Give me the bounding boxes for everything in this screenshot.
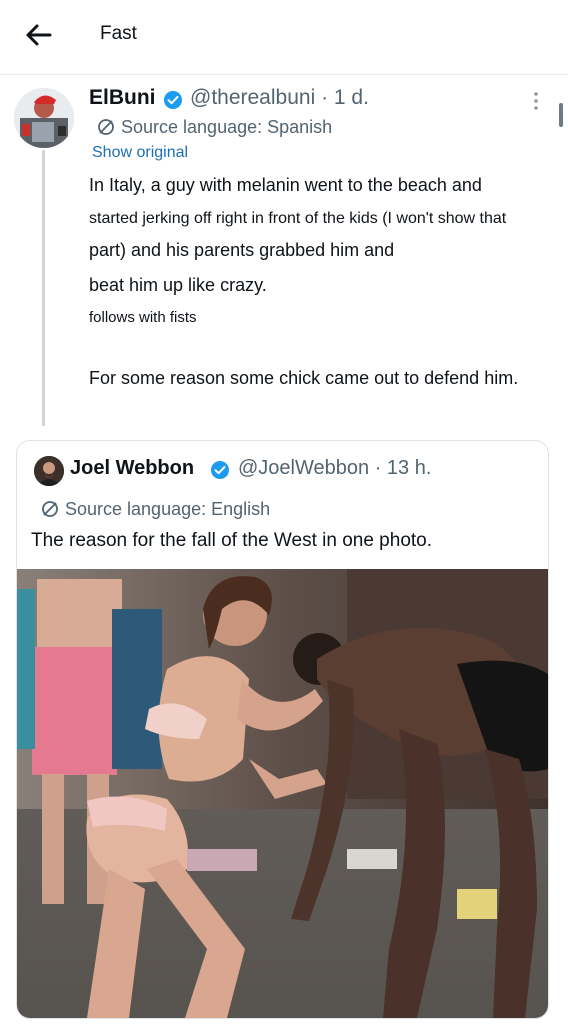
quote-source-language: Source language: English bbox=[41, 499, 270, 520]
thread-line bbox=[42, 150, 45, 426]
post-text-line: In Italy, a guy with melanin went to the… bbox=[89, 175, 482, 195]
translate-icon bbox=[97, 118, 115, 136]
handle-and-time: @therealbuni · 1 d. bbox=[190, 86, 369, 110]
author-handle[interactable]: @therealbuni bbox=[190, 86, 315, 109]
quote-avatar[interactable] bbox=[34, 456, 64, 486]
post-text-line: follows with fists bbox=[89, 309, 197, 326]
scrollbar-thumb[interactable] bbox=[559, 103, 563, 127]
author-name[interactable]: ElBuni bbox=[89, 86, 156, 110]
page-title: Fast bbox=[100, 23, 137, 44]
post-photo[interactable] bbox=[17, 569, 548, 1018]
top-bar: Fast bbox=[0, 0, 568, 70]
back-arrow-icon[interactable] bbox=[22, 18, 56, 52]
post-text-line: part) and his parents grabbed him and bbox=[89, 240, 395, 260]
quote-source-language-label: Source language: English bbox=[65, 499, 271, 519]
verified-badge-icon bbox=[210, 460, 230, 480]
quote-author-handle[interactable]: @JoelWebbon bbox=[238, 457, 369, 479]
post-time[interactable]: 1 d. bbox=[334, 86, 369, 109]
translate-icon bbox=[41, 500, 59, 518]
avatar[interactable] bbox=[14, 88, 74, 148]
separator-dot: · bbox=[321, 86, 334, 109]
header-divider bbox=[0, 74, 568, 75]
verified-badge-icon bbox=[163, 90, 183, 110]
quoted-post[interactable]: Joel Webbon @JoelWebbon · 13 h. Source l… bbox=[16, 440, 549, 1019]
source-language-label: Source language: Spanish bbox=[121, 117, 333, 137]
quote-handle-and-time: @JoelWebbon · 13 h. bbox=[238, 457, 431, 480]
show-original-link[interactable]: Show original bbox=[92, 144, 188, 162]
post-text-line: beat him up like crazy. bbox=[89, 275, 267, 295]
quote-post-time[interactable]: 13 h. bbox=[387, 457, 431, 479]
separator-dot: · bbox=[374, 457, 387, 479]
quote-author-name[interactable]: Joel Webbon bbox=[70, 457, 194, 480]
more-vertical-icon[interactable] bbox=[528, 90, 544, 112]
post-text-line: For some reason some chick came out to d… bbox=[89, 368, 519, 388]
source-language: Source language: Spanish bbox=[97, 117, 332, 138]
post-text-line: started jerking off right in front of th… bbox=[89, 210, 507, 227]
quote-text: The reason for the fall of the West in o… bbox=[31, 530, 433, 551]
